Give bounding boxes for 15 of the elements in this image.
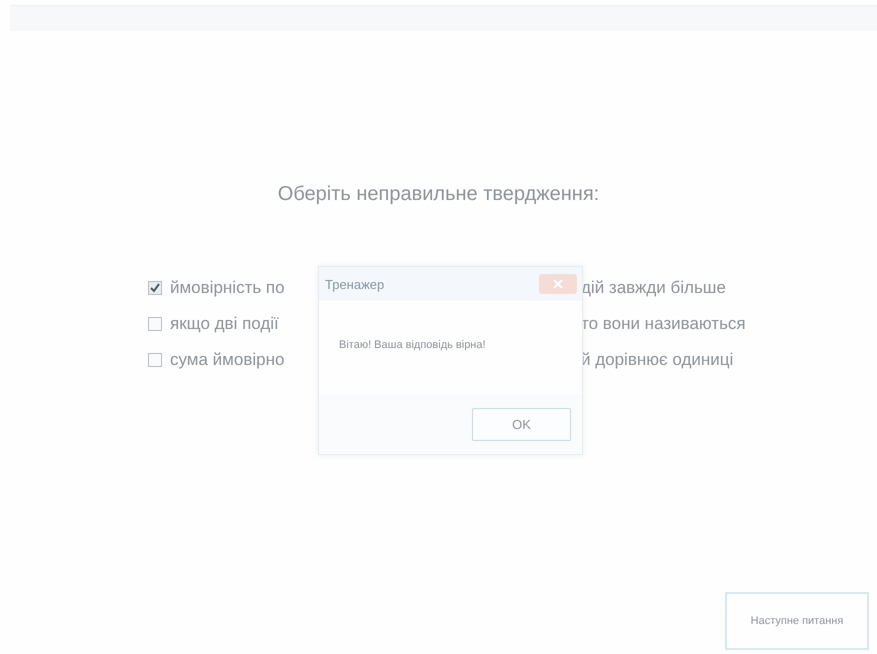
option-text: то вони називаються xyxy=(581,314,746,334)
ok-button[interactable]: OK xyxy=(472,408,571,440)
dialog-message: Вітаю! Ваша відповідь вірна! xyxy=(339,339,486,351)
check-icon xyxy=(150,283,160,293)
close-button[interactable] xyxy=(539,274,577,294)
option-text: якщо дві події xyxy=(170,314,279,333)
question-heading: Оберіть неправильне твердження: xyxy=(278,183,600,207)
checkbox[interactable] xyxy=(148,317,162,331)
checkbox[interactable] xyxy=(148,281,162,295)
option-text: ймовірність по xyxy=(170,278,285,297)
dialog-title: Тренажер xyxy=(325,276,384,292)
next-question-button[interactable]: Наступне питання xyxy=(725,592,869,650)
close-icon xyxy=(553,279,563,289)
option-text: сума ймовірно xyxy=(170,350,284,369)
checkbox[interactable] xyxy=(148,353,162,367)
